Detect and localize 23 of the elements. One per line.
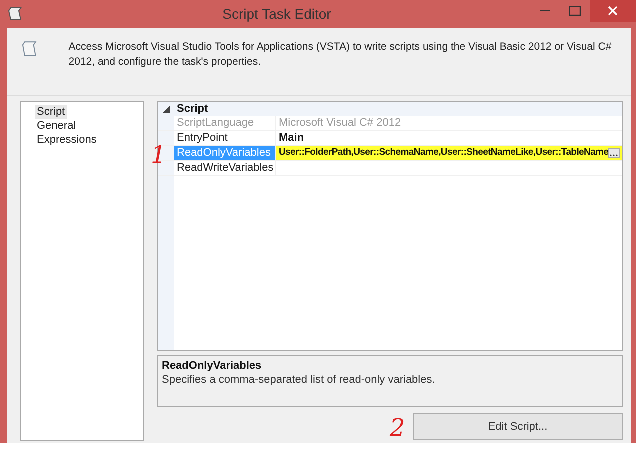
handwritten-number: 2 (390, 416, 406, 440)
close-button[interactable] (590, 0, 636, 22)
value-text: Main (279, 131, 306, 145)
category-label: Script (176, 102, 208, 116)
window-title: Script Task Editor (222, 6, 332, 22)
header-description: Access Microsoft Visual Studio Tools for Applications (VSTA) to write scripts using the Visual Basic 2012 or Visual C# 2012, and configure the task's properties. (68, 40, 613, 70)
minimize-icon (540, 10, 550, 12)
sidebar-item[interactable]: General (35, 119, 78, 133)
maximize-icon (569, 6, 581, 16)
description-text: Specifies a comma-separated list of read-only variables. (162, 373, 436, 387)
handwritten-number: 1 (151, 143, 166, 167)
collapse-icon[interactable] (162, 106, 170, 112)
property-value[interactable]: Main (276, 131, 622, 145)
script-icon (21, 40, 39, 58)
description-title: ReadOnlyVariables (162, 359, 263, 373)
value-text: Microsoft Visual C# 2012 (279, 116, 402, 130)
edit-script-button[interactable]: Edit Script... (413, 413, 623, 440)
script-icon (8, 7, 24, 21)
sidebar-item[interactable]: Script (35, 105, 68, 119)
ellipsis-button[interactable] (608, 148, 620, 158)
ellipsis-icon (610, 154, 618, 157)
close-icon (608, 6, 618, 16)
sidebar-item[interactable]: Expressions (35, 133, 99, 147)
